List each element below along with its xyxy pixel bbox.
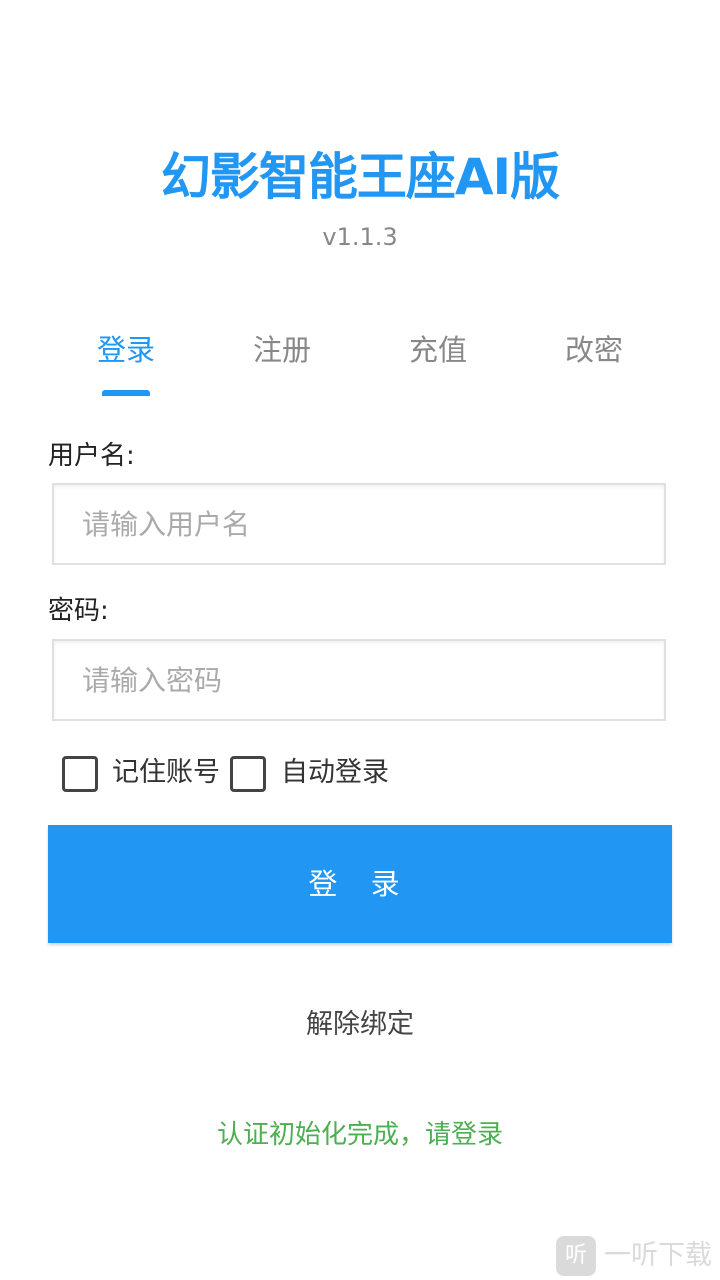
watermark-text: 一听下载	[604, 1240, 712, 1271]
tab-bar: 登录 注册 充值 改密	[48, 320, 672, 400]
password-field-box	[52, 639, 666, 721]
tab-register-label: 注册	[252, 333, 311, 367]
tab-login[interactable]: 登录	[48, 320, 204, 400]
watermark: 听 一听下载	[556, 1236, 720, 1280]
auto-login-label[interactable]: 自动登录	[281, 754, 389, 792]
app-title: 幻影智能王座AI版	[160, 148, 560, 206]
password-input[interactable]	[54, 641, 664, 719]
tab-recharge-label: 充值	[408, 333, 467, 367]
password-label: 密码:	[48, 596, 109, 626]
username-input[interactable]	[54, 485, 664, 563]
unbind-link[interactable]: 解除绑定	[0, 1006, 720, 1044]
username-field-box	[52, 483, 666, 565]
username-label: 用户名:	[48, 441, 135, 471]
watermark-logo-icon: 听	[556, 1236, 596, 1276]
login-button[interactable]: 登 录	[48, 825, 672, 943]
tab-change-password-label: 改密	[564, 333, 623, 367]
tab-login-label: 登录	[96, 333, 155, 367]
app-version: v1.1.3	[322, 223, 398, 251]
status-message: 认证初始化完成，请登录	[216, 1120, 503, 1150]
active-tab-indicator	[102, 390, 150, 396]
remember-account-checkbox[interactable]	[62, 756, 98, 792]
auto-login-checkbox[interactable]	[230, 756, 266, 792]
tab-register[interactable]: 注册	[204, 320, 360, 400]
tab-recharge[interactable]: 充值	[360, 320, 516, 400]
remember-account-label[interactable]: 记住账号	[112, 754, 220, 792]
tab-change-password[interactable]: 改密	[516, 320, 672, 400]
